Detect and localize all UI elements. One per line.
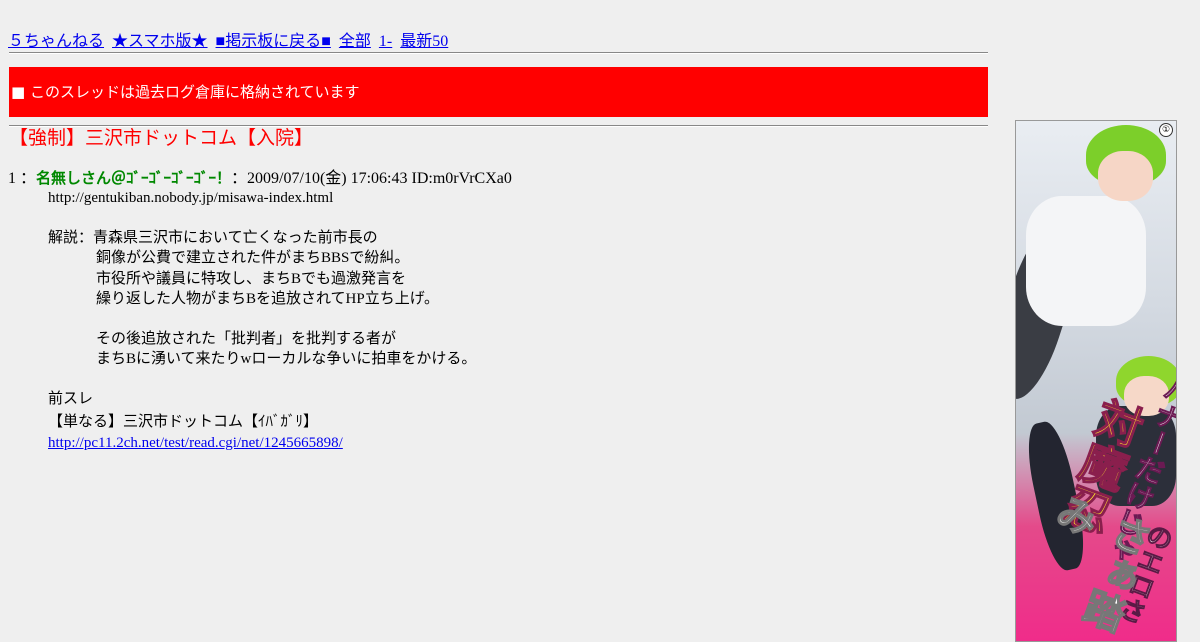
advertisement-banner[interactable]: ① バナーだけじゃ 対魔忍 のエロさ さぁ踏み [1015, 120, 1177, 642]
description-line: 市役所や議員に特攻し、まちBでも過激発言を [96, 270, 407, 287]
description-line: その後追放された「批判者」を批判する者が [96, 330, 397, 347]
poster-id: ID:m0rVrCXa0 [411, 170, 512, 187]
description-line: 銅像が公費で建立された件がまちBBSで紛糾。 [96, 250, 410, 266]
previous-thread-label: 前スレ [48, 390, 94, 407]
nav-link-5ch-home[interactable]: ５ちゃんねる [8, 33, 104, 50]
nav-link-smartphone[interactable]: ★スマホ版★ [112, 33, 208, 50]
nav-link-from-1[interactable]: 1- [379, 33, 392, 50]
post-separator: ： [231, 170, 248, 187]
poster-name: 名無しさん＠ｺﾞｰｺﾞｰｺﾞｰｺﾞｰ！ [36, 169, 232, 187]
post-body: http://gentukiban.nobody.jp/misawa-index… [48, 188, 948, 453]
description-line: 繰り返した人物がまちBを追放されてHP立ち上げ。 [96, 291, 439, 307]
nav-link-back-to-board[interactable]: ■掲示板に戻る■ [216, 33, 331, 50]
ad-illustration [1098, 151, 1153, 201]
thread-title: 【強制】三沢市ドットコム【入院】 [9, 127, 314, 149]
top-navigation: ５ちゃんねる ★スマホ版★ ■掲示板に戻る■ 全部 1- 最新50 [8, 32, 988, 52]
post-separator: ： [20, 170, 37, 187]
nav-link-all[interactable]: 全部 [339, 33, 371, 50]
ad-info-badge[interactable]: ① [1159, 123, 1173, 137]
previous-thread-link[interactable]: http://pc11.2ch.net/test/read.cgi/net/12… [48, 433, 948, 454]
post-text-line: 解説：青森県三沢市において亡くなった前市長の [48, 228, 948, 249]
ad-illustration [1026, 196, 1146, 326]
description-line: 青森県三沢市において亡くなった前市長の [93, 229, 378, 246]
nav-link-latest-50[interactable]: 最新50 [400, 33, 448, 50]
post-header: 1 ：名無しさん＠ｺﾞｰｺﾞｰｺﾞｰｺﾞｰ！：2009/07/10(金) 17:… [8, 168, 512, 189]
previous-thread-title: 【単なる】三沢市ドットコム【ｲﾊﾞｶﾞﾘ】 [48, 414, 319, 430]
archive-notice-banner: ■ このスレッドは過去ログ倉庫に格納されています [9, 67, 988, 117]
top-divider [9, 52, 988, 54]
post-date: 2009/07/10(金) 17:06:43 [247, 170, 408, 187]
description-line: まちBに湧いて来たりwローカルな争いに拍車をかける。 [96, 351, 477, 367]
description-label: 解説： [48, 229, 94, 246]
post-text-url: http://gentukiban.nobody.jp/misawa-index… [48, 190, 334, 206]
post-number: 1 [8, 170, 16, 187]
